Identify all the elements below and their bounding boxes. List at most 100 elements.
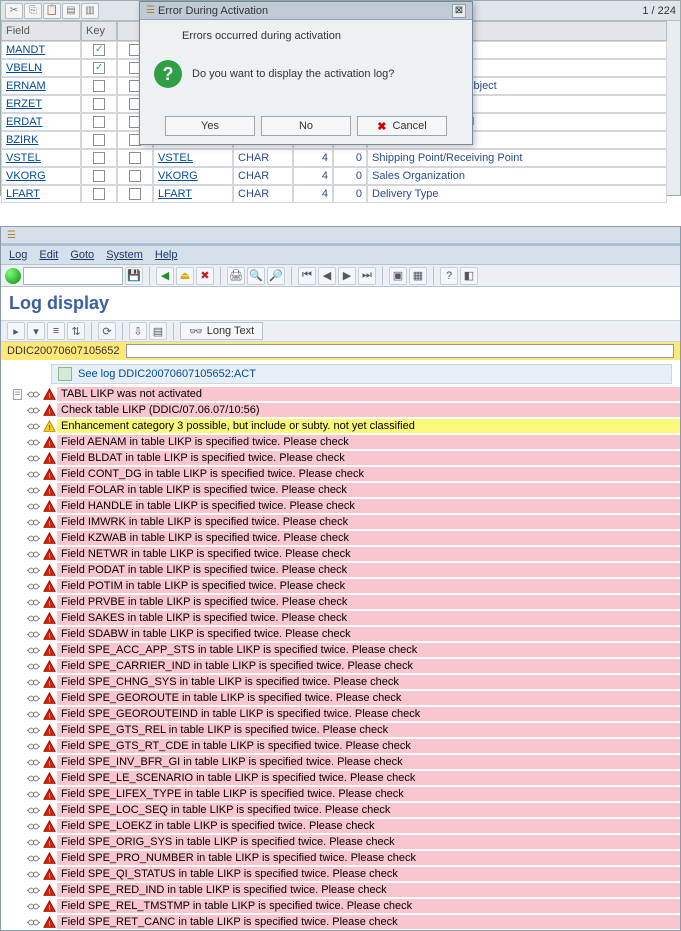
delete-row-icon[interactable]: ▥ bbox=[81, 3, 99, 19]
detail-glasses-icon[interactable] bbox=[25, 740, 41, 753]
last-page-icon[interactable]: ⏭ bbox=[358, 267, 376, 285]
log-row[interactable]: !Field SPE_GEOROUTEIND in table LIKP is … bbox=[9, 706, 680, 722]
cancel-icon[interactable]: ✖ bbox=[196, 267, 214, 285]
log-row[interactable]: !Field SPE_GTS_REL in table LIKP is spec… bbox=[9, 722, 680, 738]
detail-glasses-icon[interactable] bbox=[25, 436, 41, 449]
new-session-icon[interactable]: ▣ bbox=[389, 267, 407, 285]
key-checkbox[interactable] bbox=[81, 95, 117, 113]
no-button[interactable]: No bbox=[261, 116, 351, 136]
detail-glasses-icon[interactable] bbox=[25, 660, 41, 673]
detail-glasses-icon[interactable] bbox=[25, 708, 41, 721]
log-row[interactable]: !Field CONT_DG in table LIKP is specifie… bbox=[9, 466, 680, 482]
log-row[interactable]: !Field PRVBE in table LIKP is specified … bbox=[9, 594, 680, 610]
log-row[interactable]: !Field SPE_LIFEX_TYPE in table LIKP is s… bbox=[9, 786, 680, 802]
find-icon[interactable]: 🔍 bbox=[247, 267, 265, 285]
log-row[interactable]: !Field POTIM in table LIKP is specified … bbox=[9, 578, 680, 594]
log-row[interactable]: !Field FOLAR in table LIKP is specified … bbox=[9, 482, 680, 498]
log-row[interactable]: !Field SPE_CHNG_SYS in table LIKP is spe… bbox=[9, 674, 680, 690]
detail-glasses-icon[interactable] bbox=[25, 772, 41, 785]
detail-glasses-icon[interactable] bbox=[25, 564, 41, 577]
log-row[interactable]: !Field SPE_QI_STATUS in table LIKP is sp… bbox=[9, 866, 680, 882]
log-row[interactable]: !Field BLDAT in table LIKP is specified … bbox=[9, 450, 680, 466]
field-name[interactable]: VKORG bbox=[1, 167, 81, 185]
key-checkbox[interactable] bbox=[81, 113, 117, 131]
copy-icon[interactable]: ⎘ bbox=[24, 3, 42, 19]
detail-glasses-icon[interactable] bbox=[25, 596, 41, 609]
menu-help[interactable]: Help bbox=[155, 249, 178, 261]
detail-glasses-icon[interactable] bbox=[25, 628, 41, 641]
save-icon[interactable]: 💾 bbox=[125, 267, 143, 285]
close-icon[interactable]: ⊠ bbox=[452, 4, 466, 18]
detail-glasses-icon[interactable] bbox=[25, 468, 41, 481]
log-row[interactable]: !Field SPE_ORIG_SYS in table LIKP is spe… bbox=[9, 834, 680, 850]
log-row[interactable]: !Field SPE_RET_CANC in table LIKP is spe… bbox=[9, 914, 680, 930]
tree-expand-icon[interactable] bbox=[9, 388, 25, 401]
field-name[interactable]: VBELN bbox=[1, 59, 81, 77]
log-row[interactable]: !Field SAKES in table LIKP is specified … bbox=[9, 610, 680, 626]
long-text-button[interactable]: 👓Long Text bbox=[180, 322, 263, 340]
detail-glasses-icon[interactable] bbox=[25, 804, 41, 817]
key-checkbox[interactable] bbox=[81, 131, 117, 149]
log-row[interactable]: !Field KZWAB in table LIKP is specified … bbox=[9, 530, 680, 546]
field-name[interactable]: ERNAM bbox=[1, 77, 81, 95]
detail-glasses-icon[interactable] bbox=[25, 676, 41, 689]
log-row[interactable]: !TABL LIKP was not activated bbox=[9, 386, 680, 402]
field-name[interactable]: BZIRK bbox=[1, 131, 81, 149]
log-row[interactable]: !Field SPE_ACC_APP_STS in table LIKP is … bbox=[9, 642, 680, 658]
log-row[interactable]: !Field NETWR in table LIKP is specified … bbox=[9, 546, 680, 562]
log-row[interactable]: !Field AENAM in table LIKP is specified … bbox=[9, 434, 680, 450]
cancel-button[interactable]: ✖Cancel bbox=[357, 116, 447, 136]
detail-glasses-icon[interactable] bbox=[25, 820, 41, 833]
shortcut-icon[interactable]: ▦ bbox=[409, 267, 427, 285]
key-checkbox[interactable] bbox=[81, 41, 117, 59]
detail-glasses-icon[interactable] bbox=[25, 420, 41, 433]
key-checkbox[interactable] bbox=[81, 77, 117, 95]
yes-button[interactable]: Yes bbox=[165, 116, 255, 136]
detail-glasses-icon[interactable] bbox=[25, 548, 41, 561]
col-field[interactable]: Field bbox=[1, 21, 81, 41]
detail-glasses-icon[interactable] bbox=[25, 756, 41, 769]
log-row[interactable]: !Field PODAT in table LIKP is specified … bbox=[9, 562, 680, 578]
detail-glasses-icon[interactable] bbox=[25, 836, 41, 849]
detail-glasses-icon[interactable] bbox=[25, 852, 41, 865]
detail-glasses-icon[interactable] bbox=[25, 452, 41, 465]
log-row[interactable]: !Field SDABW in table LIKP is specified … bbox=[9, 626, 680, 642]
key-checkbox[interactable] bbox=[81, 185, 117, 203]
cut-icon[interactable]: ✂ bbox=[5, 3, 23, 19]
insert-row-icon[interactable]: ▤ bbox=[62, 3, 80, 19]
detail-glasses-icon[interactable] bbox=[25, 644, 41, 657]
log-row[interactable]: !Field SPE_GTS_RT_CDE in table LIKP is s… bbox=[9, 738, 680, 754]
back-icon[interactable]: ◀ bbox=[156, 267, 174, 285]
key-checkbox[interactable] bbox=[81, 59, 117, 77]
detail-glasses-icon[interactable] bbox=[25, 404, 41, 417]
collapse-icon[interactable]: ▾ bbox=[27, 322, 45, 340]
log-row[interactable]: !Enhancement category 3 possible, but in… bbox=[9, 418, 680, 434]
init-checkbox[interactable] bbox=[117, 167, 153, 185]
print-icon[interactable]: 🖨 bbox=[227, 267, 245, 285]
layout-settings-icon[interactable]: ▤ bbox=[149, 322, 167, 340]
detail-glasses-icon[interactable] bbox=[25, 484, 41, 497]
log-row[interactable]: !Field HANDLE in table LIKP is specified… bbox=[9, 498, 680, 514]
export-icon[interactable]: ⇩ bbox=[129, 322, 147, 340]
data-element[interactable]: VKORG bbox=[153, 167, 233, 185]
col-key[interactable]: Key bbox=[81, 21, 117, 41]
detail-glasses-icon[interactable] bbox=[25, 900, 41, 913]
detail-glasses-icon[interactable] bbox=[25, 788, 41, 801]
log-row[interactable]: !Check table LIKP (DDIC/07.06.07/10:56) bbox=[9, 402, 680, 418]
key-checkbox[interactable] bbox=[81, 149, 117, 167]
detail-glasses-icon[interactable] bbox=[25, 692, 41, 705]
log-row[interactable]: !Field SPE_LE_SCENARIO in table LIKP is … bbox=[9, 770, 680, 786]
prev-page-icon[interactable]: ◀ bbox=[318, 267, 336, 285]
log-row[interactable]: !Field IMWRK in table LIKP is specified … bbox=[9, 514, 680, 530]
next-page-icon[interactable]: ▶ bbox=[338, 267, 356, 285]
field-name[interactable]: LFART bbox=[1, 185, 81, 203]
detail-glasses-icon[interactable] bbox=[25, 388, 41, 401]
layout-icon[interactable]: ◧ bbox=[460, 267, 478, 285]
field-name[interactable]: ERDAT bbox=[1, 113, 81, 131]
see-log-row[interactable]: See log DDIC20070607105652:ACT bbox=[51, 364, 672, 384]
exit-icon[interactable]: ⏏ bbox=[176, 267, 194, 285]
key-checkbox[interactable] bbox=[81, 167, 117, 185]
detail-glasses-icon[interactable] bbox=[25, 724, 41, 737]
menu-goto[interactable]: Goto bbox=[70, 249, 94, 261]
menu-log[interactable]: Log bbox=[9, 249, 27, 261]
